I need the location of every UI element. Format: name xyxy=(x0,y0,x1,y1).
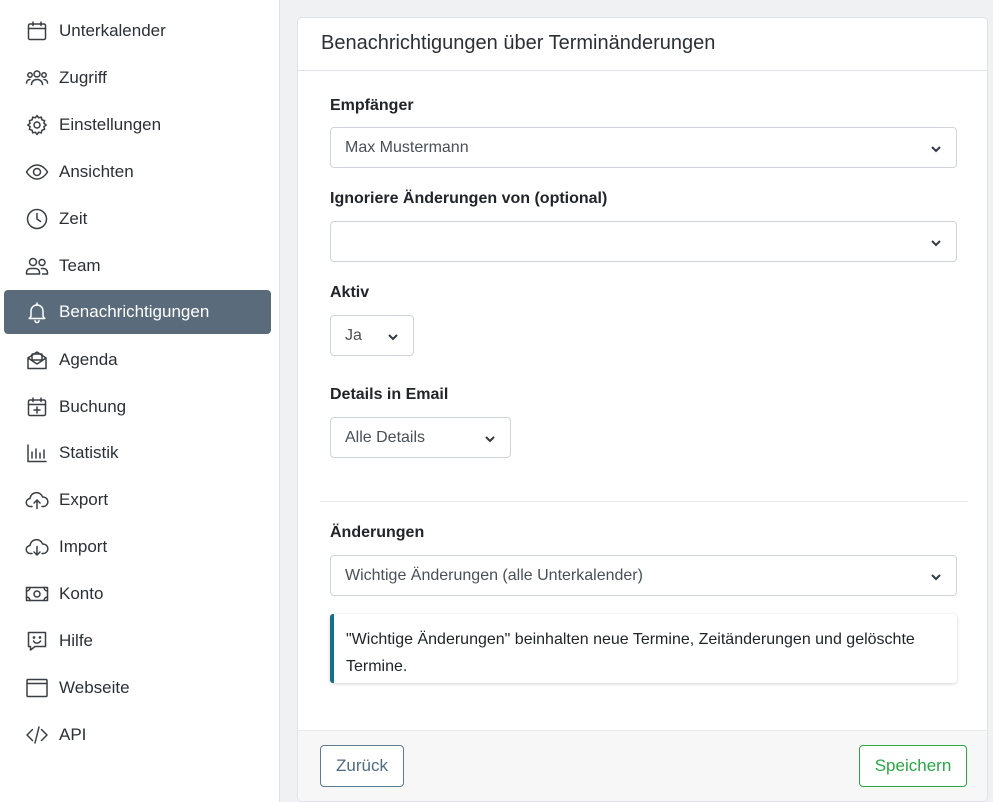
sidebar-item-ansichten[interactable]: Ansichten xyxy=(4,150,271,194)
bar-chart-icon xyxy=(24,440,50,466)
sidebar-item-agenda[interactable]: Agenda xyxy=(4,338,271,382)
eye-icon xyxy=(24,159,50,185)
sidebar-item-label: Statistik xyxy=(59,443,119,462)
active-label: Aktiv xyxy=(330,284,370,301)
notification-card: Benachrichtigungen über Terminänderungen… xyxy=(297,17,988,802)
recipient-label: Empfänger xyxy=(330,97,414,114)
chevron-down-icon xyxy=(930,236,942,248)
team-icon xyxy=(24,253,50,279)
card-header: Benachrichtigungen über Terminänderungen xyxy=(298,18,987,71)
save-button[interactable]: Speichern xyxy=(859,745,967,787)
sidebar-item-label: Zugriff xyxy=(59,68,107,87)
chevron-down-icon xyxy=(930,142,942,154)
sidebar-item-statistik[interactable]: Statistik xyxy=(4,431,271,475)
sidebar-item-team[interactable]: Team xyxy=(4,244,271,288)
sidebar-item-konto[interactable]: Konto xyxy=(4,572,271,616)
recipient-value: Max Mustermann xyxy=(345,138,469,156)
sidebar-item-hilfe[interactable]: Hilfe xyxy=(4,619,271,663)
sidebar-item-label: Agenda xyxy=(59,350,118,369)
gear-icon xyxy=(24,112,50,138)
changes-select[interactable]: Wichtige Änderungen (alle Unterkalender) xyxy=(330,555,957,596)
sidebar-item-label: Unterkalender xyxy=(59,21,166,40)
changes-label: Änderungen xyxy=(330,524,425,541)
page-title: Benachrichtigungen über Terminänderungen xyxy=(321,32,716,54)
sidebar-item-zeit[interactable]: Zeit xyxy=(4,197,271,241)
sidebar-item-zugriff[interactable]: Zugriff xyxy=(4,56,271,100)
sidebar-item-label: Zeit xyxy=(59,209,88,228)
window-icon xyxy=(24,675,50,701)
details-label: Details in Email xyxy=(330,386,449,403)
sidebar-item-label: API xyxy=(59,725,87,744)
sidebar-item-export[interactable]: Export xyxy=(4,478,271,522)
info-alert: "Wichtige Änderungen" beinhalten neue Te… xyxy=(330,614,957,683)
sidebar-item-benachrichtigungen[interactable]: Benachrichtigungen xyxy=(4,290,271,334)
details-select[interactable]: Alle Details xyxy=(330,417,511,458)
sidebar: Unterkalender Zugriff Einstellungen Ansi… xyxy=(0,0,280,802)
sidebar-item-api[interactable]: API xyxy=(4,713,271,757)
cash-icon xyxy=(24,581,50,607)
clock-icon xyxy=(24,206,50,232)
bell-icon xyxy=(24,299,50,325)
sidebar-item-label: Import xyxy=(59,537,108,556)
ignore-select[interactable] xyxy=(330,221,957,262)
sidebar-item-einstellungen[interactable]: Einstellungen xyxy=(4,103,271,147)
ignore-label: Ignoriere Änderungen von (optional) xyxy=(330,190,608,207)
back-button[interactable]: Zurück xyxy=(320,745,404,787)
sidebar-item-label: Export xyxy=(59,490,109,509)
sidebar-item-label: Team xyxy=(59,256,101,275)
recipient-select[interactable]: Max Mustermann xyxy=(330,127,957,168)
calendar-icon xyxy=(24,18,50,44)
divider xyxy=(320,501,968,502)
chevron-down-icon xyxy=(484,432,496,444)
sidebar-item-import[interactable]: Import xyxy=(4,525,271,569)
envelope-icon xyxy=(24,347,50,373)
sidebar-item-label: Konto xyxy=(59,584,104,603)
details-value: Alle Details xyxy=(345,428,426,446)
chevron-down-icon xyxy=(930,570,942,582)
calendar-plus-icon xyxy=(24,394,50,420)
card-footer: Zurück Speichern xyxy=(298,730,987,801)
changes-value: Wichtige Änderungen (alle Unterkalender) xyxy=(345,566,643,584)
cloud-upload-icon xyxy=(24,487,50,513)
sidebar-item-buchung[interactable]: Buchung xyxy=(4,385,271,429)
sidebar-item-label: Webseite xyxy=(59,678,130,697)
sidebar-item-label: Benachrichtigungen xyxy=(59,302,210,321)
cloud-download-icon xyxy=(24,534,50,560)
sidebar-item-webseite[interactable]: Webseite xyxy=(4,666,271,710)
sidebar-item-unterkalender[interactable]: Unterkalender xyxy=(4,9,271,53)
sidebar-item-label: Ansichten xyxy=(59,162,134,181)
chat-smile-icon xyxy=(24,628,50,654)
sidebar-item-label: Buchung xyxy=(59,397,127,416)
users-icon xyxy=(24,65,50,91)
chevron-down-icon xyxy=(387,330,399,342)
active-value: Ja xyxy=(345,326,362,344)
active-select[interactable]: Ja xyxy=(330,315,414,356)
sidebar-item-label: Hilfe xyxy=(59,631,94,650)
sidebar-item-label: Einstellungen xyxy=(59,115,162,134)
code-icon xyxy=(24,722,50,748)
